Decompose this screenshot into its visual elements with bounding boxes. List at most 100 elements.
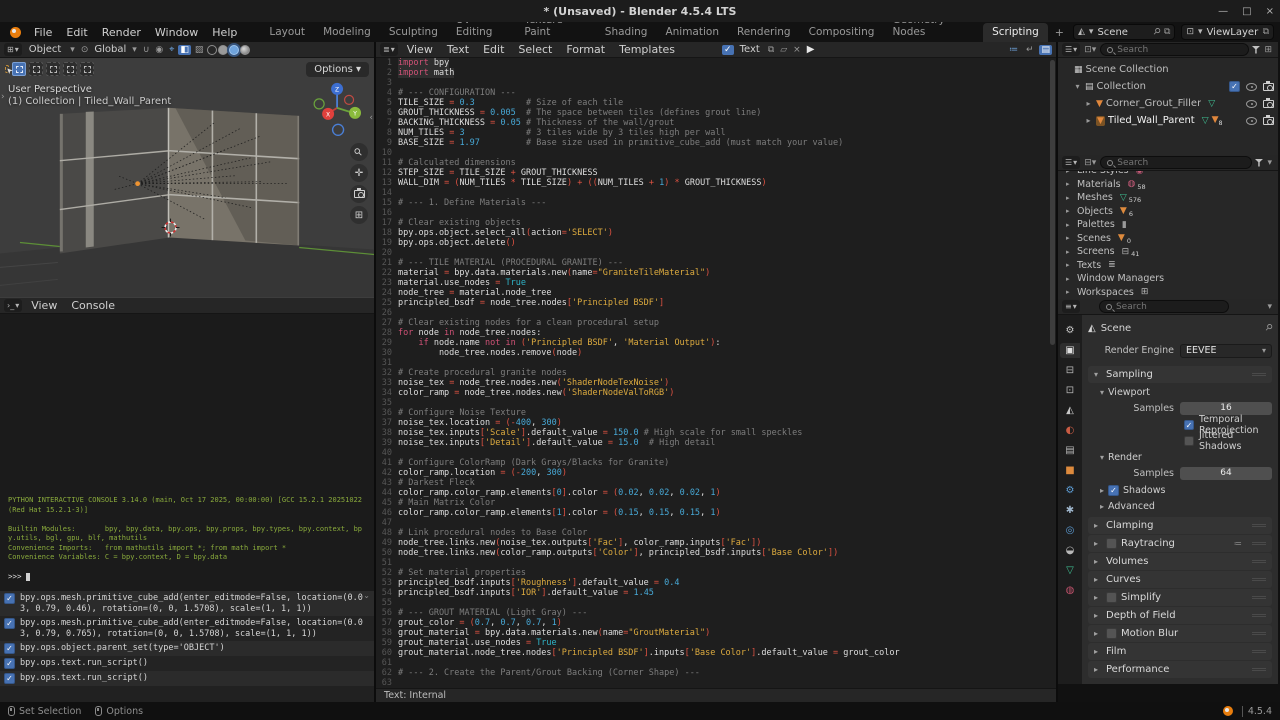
properties-tab-object-data[interactable]: ▽ [1060, 563, 1080, 578]
checkbox-checked[interactable] [4, 643, 15, 654]
workspace-tab-compositing[interactable]: Compositing [800, 23, 884, 42]
camera-icon[interactable] [1263, 117, 1274, 125]
checkbox-checked[interactable] [4, 673, 15, 684]
code-editor[interactable]: 1import bpy2import math3 4# --- CONFIGUR… [376, 58, 1056, 688]
camera-icon[interactable] [1263, 100, 1274, 108]
add-workspace-button[interactable]: + [1048, 23, 1071, 42]
datablock-row-materials[interactable]: ▸Materials◍58 [1058, 178, 1278, 192]
zoom-icon[interactable]: ⚲ [350, 143, 368, 161]
info-log-row[interactable]: bpy.ops.text.run_script() [0, 656, 374, 671]
panel-motion-blur[interactable]: ▸Motion Blur [1088, 625, 1272, 642]
region-expand-left-icon[interactable]: › [1, 92, 5, 102]
chevron-closed-icon[interactable]: ▸ [1066, 207, 1074, 215]
region-expand-right-icon[interactable]: ‹ [369, 113, 373, 123]
new-collection-icon[interactable]: ⊞ [1262, 45, 1274, 55]
editor-type-console-icon[interactable]: ›_▾ [4, 299, 22, 312]
wireframe-shading-icon[interactable] [207, 45, 217, 55]
panel-clamping[interactable]: ▸Clamping [1088, 517, 1272, 534]
panel-depth-of-field[interactable]: ▸Depth of Field [1088, 607, 1272, 624]
outliner-row-scene-collection[interactable]: ▦Scene Collection [1058, 61, 1278, 78]
pan-icon[interactable]: ✛ [350, 164, 368, 182]
axis-z-label[interactable]: Z [335, 86, 339, 93]
chevron-closed-icon[interactable]: ▸ [1094, 611, 1102, 620]
properties-search[interactable] [1099, 300, 1229, 313]
datablock-row-window-managers[interactable]: ▸Window Managers [1058, 272, 1278, 286]
maximize-button[interactable]: □ [1242, 6, 1251, 17]
render-samples-field[interactable]: 64 [1180, 467, 1272, 480]
text-registered-icon[interactable]: ✓ [722, 45, 734, 55]
panel-sampling[interactable]: ▾Sampling [1088, 366, 1272, 383]
properties-tab-collection[interactable]: ▤ [1060, 443, 1080, 458]
subpanel-render[interactable]: ▾Render [1088, 450, 1272, 464]
blender-logo-icon[interactable] [10, 27, 21, 38]
editor-type-outliner-icon[interactable]: ☰▾ [1062, 156, 1080, 169]
chevron-closed-icon[interactable]: ▸ [1066, 180, 1074, 188]
close-button[interactable]: × [1266, 6, 1274, 17]
menu-view[interactable]: View [24, 297, 64, 314]
panel-performance[interactable]: ▸Performance [1088, 661, 1272, 678]
shading-mode-buttons[interactable] [207, 45, 250, 55]
chevron-up-icon[interactable]: ⌄ [363, 591, 370, 600]
select-lasso-tool-button[interactable] [46, 62, 60, 76]
pin-icon[interactable]: ⚲ [1263, 322, 1275, 334]
properties-tab-physics[interactable]: ◎ [1060, 523, 1080, 538]
overlays-toggle-icon[interactable]: ◧ [178, 45, 191, 55]
workspace-tab-rendering[interactable]: Rendering [728, 23, 800, 42]
info-log-row[interactable]: bpy.ops.object.parent_set(type='OBJECT') [0, 641, 374, 656]
checkbox[interactable] [1106, 592, 1117, 603]
axis-y-label[interactable]: Y [352, 110, 357, 117]
properties-tab-material[interactable]: ◍ [1060, 583, 1080, 598]
menu-console[interactable]: Console [64, 297, 122, 314]
search-input[interactable] [1117, 158, 1245, 168]
workspace-tab-shading[interactable]: Shading [596, 23, 657, 42]
select-circle-tool-button[interactable] [29, 62, 43, 76]
text-datablock-name[interactable]: Text [736, 44, 764, 55]
datablock-row-palettes[interactable]: ▸Palettes▮ [1058, 218, 1278, 232]
workspace-tab-layout[interactable]: Layout [260, 23, 314, 42]
panel-simplify[interactable]: ▸Simplify [1088, 589, 1272, 606]
filter-icon[interactable] [1254, 159, 1263, 167]
syntax-highlight-toggle-icon[interactable]: ▤ [1039, 45, 1052, 55]
workspace-tab-animation[interactable]: Animation [656, 23, 728, 42]
chevron-closed-icon[interactable]: ▸ [1066, 288, 1074, 296]
subpanel-shadows[interactable]: ▸ Shadows [1088, 483, 1272, 497]
word-wrap-toggle-icon[interactable]: ↵ [1024, 45, 1036, 55]
info-log-row[interactable]: bpy.ops.mesh.primitive_cube_add(enter_ed… [0, 616, 374, 641]
viewport-3d[interactable]: Z X Y ➤ Options ▾ User Perspective (1) C… [0, 58, 374, 298]
exclude-checkbox[interactable] [1229, 81, 1240, 92]
chevron-closed-icon[interactable]: ▸ [1094, 521, 1102, 530]
solid-shading-icon[interactable] [218, 45, 228, 55]
menu-window[interactable]: Window [148, 24, 205, 41]
workspace-tab-sculpting[interactable]: Sculpting [380, 23, 447, 42]
checkbox-checked[interactable] [4, 618, 15, 629]
outliner-search[interactable] [1100, 43, 1249, 56]
chevron-down-icon[interactable]: ▾ [1265, 302, 1274, 312]
panel-curves[interactable]: ▸Curves [1088, 571, 1272, 588]
eye-icon[interactable] [1246, 83, 1257, 91]
checkbox-checked[interactable] [4, 593, 15, 604]
chevron-closed-icon[interactable]: ▸ [1066, 221, 1074, 229]
properties-tab-modifiers[interactable]: ⚙ [1060, 483, 1080, 498]
info-log[interactable]: ⌄ bpy.ops.mesh.primitive_cube_add(enter_… [0, 591, 374, 702]
chevron-closed-icon[interactable]: ▸ [1094, 665, 1102, 674]
menu-select[interactable]: Select [511, 41, 559, 58]
minimize-button[interactable]: — [1218, 6, 1228, 17]
datablock-row-scenes[interactable]: ▸Scenes▼0 [1058, 232, 1278, 246]
subpanel-advanced[interactable]: ▸Advanced [1088, 499, 1272, 513]
chevron-closed-icon[interactable]: ▸ [1094, 557, 1102, 566]
properties-tab-particles[interactable]: ✱ [1060, 503, 1080, 518]
info-log-row[interactable]: bpy.ops.mesh.primitive_cube_add(enter_ed… [0, 591, 374, 616]
properties-tab-scene[interactable]: ◭ [1060, 403, 1080, 418]
checkbox-checked[interactable] [4, 658, 15, 669]
workspace-tab-modeling[interactable]: Modeling [314, 23, 380, 42]
search-input[interactable] [1116, 302, 1222, 312]
settings-icon[interactable]: ≔ [1234, 539, 1242, 548]
chevron-closed-icon[interactable]: ▸ [1094, 575, 1102, 584]
chevron-closed-icon[interactable]: ▸ [1066, 234, 1074, 242]
unlink-icon[interactable]: × [791, 45, 803, 55]
checkbox-checked[interactable] [1184, 420, 1194, 430]
chevron-closed-icon[interactable]: ▸ [1084, 116, 1093, 125]
jittered-shadows-row[interactable]: Jittered Shadows [1184, 434, 1272, 448]
datablock-row-workspaces[interactable]: ▸Workspaces⊞ [1058, 286, 1278, 300]
orientation-selector[interactable]: Global [92, 44, 128, 55]
